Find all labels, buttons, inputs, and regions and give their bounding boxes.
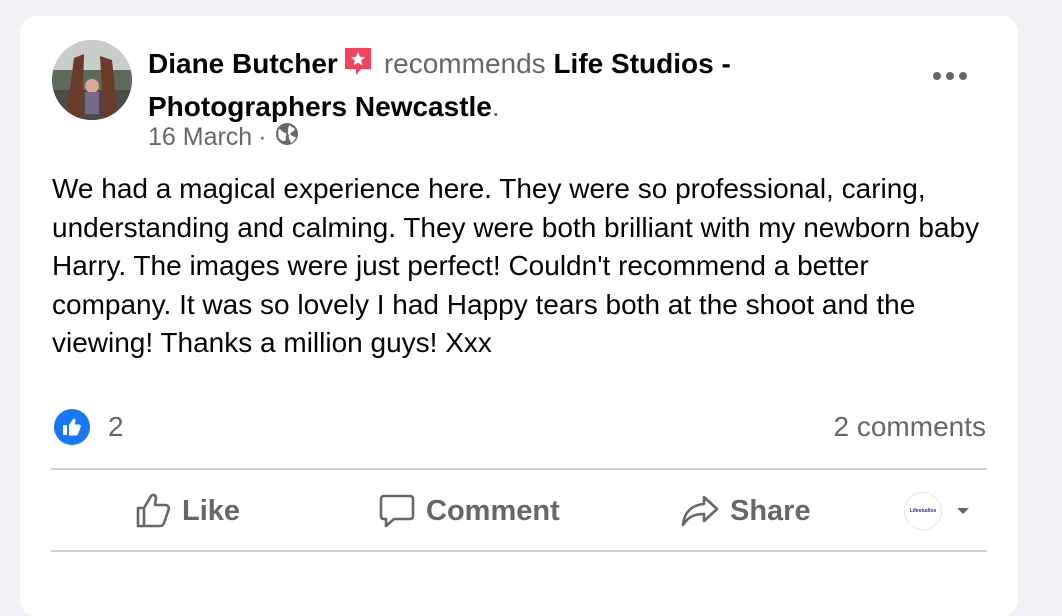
reaction-count[interactable]: 2 (108, 411, 124, 443)
comment-icon (379, 494, 415, 528)
author-name[interactable]: Diane Butcher (148, 48, 338, 79)
thumbs-up-icon[interactable] (54, 409, 90, 445)
post-date[interactable]: 16 March (148, 123, 252, 152)
verb-text: recommends (383, 48, 546, 79)
share-label: Share (730, 494, 811, 527)
page-logo-text: Lifestudios (909, 508, 937, 514)
post-meta: 16 March · (148, 122, 299, 153)
chevron-down-icon (957, 508, 969, 514)
divider (51, 468, 987, 470)
share-icon (681, 495, 719, 527)
globe-icon[interactable] (275, 122, 299, 153)
like-label: Like (182, 494, 241, 527)
recommendation-star-icon (342, 45, 374, 87)
comment-button[interactable]: Comment (378, 486, 560, 536)
like-button[interactable]: Like (134, 486, 240, 536)
like-icon (136, 493, 171, 528)
more-options-button[interactable] (928, 62, 972, 90)
more-options-icon (933, 72, 967, 80)
page-selector[interactable]: Lifestudios (904, 492, 970, 530)
page-avatar: Lifestudios (904, 492, 942, 530)
divider (51, 550, 987, 552)
period-text: . (491, 91, 500, 122)
comments-count[interactable]: 2 comments (834, 411, 987, 443)
comment-label: Comment (426, 494, 560, 527)
post-body: We had a magical experience here. They w… (52, 173, 980, 358)
meta-separator: · (258, 123, 267, 151)
post-header: Diane Butcher recommends Life Studios - P… (148, 44, 848, 126)
review-post-card: Diane Butcher recommends Life Studios - P… (20, 16, 1018, 616)
share-button[interactable]: Share (680, 486, 811, 536)
avatar[interactable] (52, 40, 132, 120)
